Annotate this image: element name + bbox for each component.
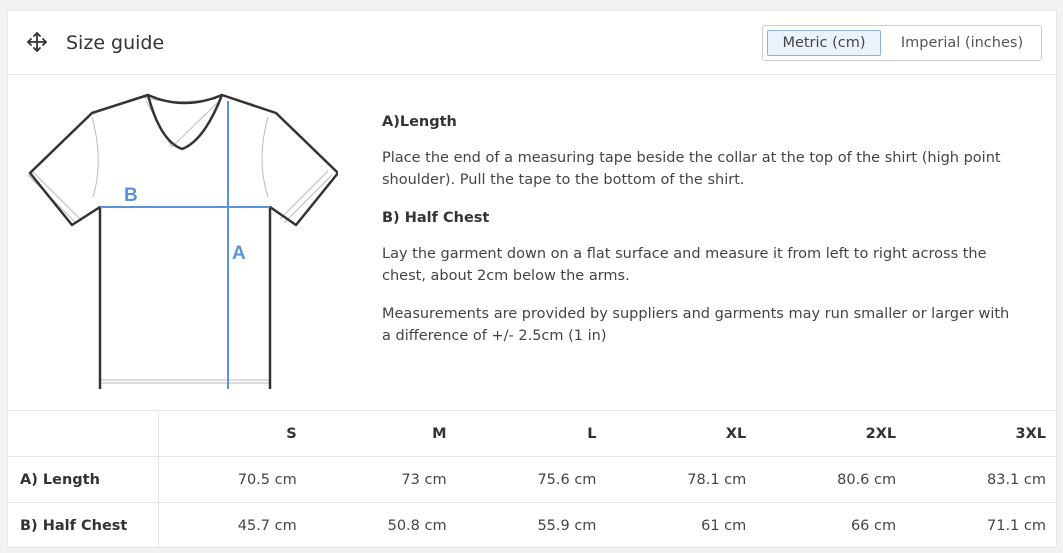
table-cell: 70.5 cm <box>158 456 309 503</box>
row-label: B) Half Chest <box>8 502 159 547</box>
row-label: A) Length <box>8 456 159 503</box>
length-heading: A)Length <box>382 114 457 130</box>
table-cell: 71.1 cm <box>908 502 1056 547</box>
unit-toggle: Metric (cm) Imperial (inches) <box>762 25 1042 61</box>
column-header: XL <box>608 410 759 457</box>
chest-text: Lay the garment down on a flat surface a… <box>382 246 987 284</box>
table-cell: 73 cm <box>308 456 459 503</box>
table-header-row: S M L XL 2XL 3XL <box>8 410 1056 457</box>
table-cell: 45.7 cm <box>158 502 309 547</box>
column-header: M <box>308 410 459 457</box>
size-guide-header: Size guide Metric (cm) Imperial (inches) <box>8 11 1056 75</box>
table-cell: 83.1 cm <box>908 456 1056 503</box>
column-header: 2XL <box>758 410 909 457</box>
table-cell: 78.1 cm <box>608 456 759 503</box>
size-table: S M L XL 2XL 3XL A) Length 70.5 cm 73 cm… <box>8 410 1056 547</box>
table-cell: 61 cm <box>608 502 759 547</box>
label-b: B <box>124 185 138 206</box>
measurement-instructions: A)Length Place the end of a measuring ta… <box>382 111 1022 347</box>
table-corner-cell <box>8 410 159 457</box>
tshirt-illustration: B A <box>27 93 340 393</box>
column-header: S <box>158 410 309 457</box>
column-header: L <box>458 410 609 457</box>
measurement-note: Measurements are provided by suppliers a… <box>382 306 1010 344</box>
size-guide-panel: Size guide Metric (cm) Imperial (inches) <box>7 10 1057 548</box>
table-row: A) Length 70.5 cm 73 cm 75.6 cm 78.1 cm … <box>8 456 1056 503</box>
tshirt-diagram: B A <box>20 89 340 393</box>
page-title: Size guide <box>66 32 165 54</box>
label-a: A <box>232 243 246 264</box>
metric-button[interactable]: Metric (cm) <box>767 30 881 56</box>
table-cell: 75.6 cm <box>458 456 609 503</box>
move-icon[interactable] <box>26 31 48 53</box>
column-header: 3XL <box>908 410 1056 457</box>
table-cell: 55.9 cm <box>458 502 609 547</box>
table-cell: 50.8 cm <box>308 502 459 547</box>
table-cell: 66 cm <box>758 502 909 547</box>
table-row: B) Half Chest 45.7 cm 50.8 cm 55.9 cm 61… <box>8 502 1056 547</box>
imperial-button[interactable]: Imperial (inches) <box>889 30 1035 56</box>
chest-heading: B) Half Chest <box>382 210 490 226</box>
table-cell: 80.6 cm <box>758 456 909 503</box>
length-text: Place the end of a measuring tape beside… <box>382 150 1001 188</box>
